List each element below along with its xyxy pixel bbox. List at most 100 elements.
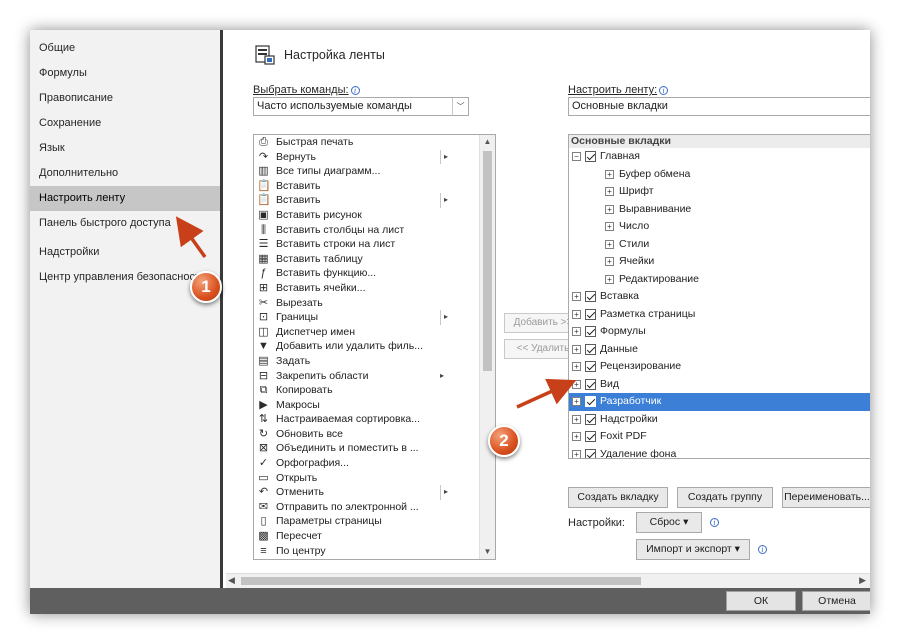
command-item[interactable]: ƒ Вставить функцию... xyxy=(254,266,495,281)
tab-checkbox[interactable] xyxy=(585,326,596,337)
expand-icon[interactable]: + xyxy=(572,397,581,406)
command-item[interactable]: ▯ Параметры страницы xyxy=(254,514,495,529)
expand-icon[interactable]: + xyxy=(572,344,581,354)
command-item[interactable]: ▶ Макросы xyxy=(254,398,495,413)
expand-icon[interactable]: + xyxy=(605,257,614,266)
tree-item[interactable]: + Данные xyxy=(569,341,870,359)
command-item[interactable]: ◫ Диспетчер имен xyxy=(254,325,495,340)
new-group-button[interactable]: Создать группу xyxy=(677,487,773,508)
command-item[interactable]: ↷ Вернуть ▸ xyxy=(254,149,495,165)
command-item[interactable]: ≡ По центру xyxy=(254,544,495,559)
command-item[interactable]: ▥ Все типы диаграмм... xyxy=(254,164,495,179)
expand-icon[interactable]: + xyxy=(572,379,581,389)
tab-checkbox[interactable] xyxy=(585,291,596,302)
command-item[interactable]: ▩ Пересчет xyxy=(254,529,495,544)
command-item[interactable]: ▼ Добавить или удалить филь... xyxy=(254,339,495,354)
customize-ribbon-select[interactable]: Основные вкладки xyxy=(568,97,870,116)
tree-item[interactable]: + Разработчик xyxy=(569,393,870,411)
tree-item[interactable]: + Foxit PDF xyxy=(569,428,870,446)
command-item[interactable]: 📋 Вставить ▸ xyxy=(254,193,495,208)
import-export-button[interactable]: Импорт и экспорт ▾ xyxy=(636,539,750,560)
scroll-left-icon[interactable]: ◀ xyxy=(228,575,235,586)
scroll-up-icon[interactable]: ▲ xyxy=(480,135,495,149)
command-item[interactable]: ▦ Вставить таблицу xyxy=(254,252,495,267)
expand-icon[interactable]: + xyxy=(605,204,614,214)
reset-button[interactable]: Сброс ▾ xyxy=(636,512,702,533)
expand-icon[interactable]: + xyxy=(605,222,614,231)
nav-item[interactable]: Общие xyxy=(30,36,220,61)
expand-icon[interactable]: + xyxy=(572,309,581,319)
tree-item[interactable]: + Надстройки xyxy=(569,411,870,429)
command-item[interactable]: ☰ Вставить строки на лист xyxy=(254,237,495,252)
tree-item[interactable]: + Формулы xyxy=(569,323,870,341)
tab-checkbox[interactable] xyxy=(585,396,596,407)
tree-item[interactable]: + Вид xyxy=(569,376,870,394)
scrollbar-thumb[interactable] xyxy=(241,577,641,585)
expand-icon[interactable]: + xyxy=(572,449,581,458)
tree-item[interactable]: + Ячейки xyxy=(569,253,870,271)
command-item[interactable]: ✓ Орфография... xyxy=(254,456,495,471)
commands-list[interactable]: ⎙ Быстрая печать ↷ Вернуть ▸ ▥ Все типы диагра… xyxy=(253,134,496,560)
tab-checkbox[interactable] xyxy=(585,343,596,355)
choose-commands-select[interactable]: Часто используемые команды ﹀ xyxy=(253,97,469,116)
tree-item[interactable]: + Удаление фона xyxy=(569,446,870,458)
tree-item[interactable]: + Шрифт xyxy=(569,183,870,201)
scroll-right-icon[interactable]: ▶ xyxy=(859,575,866,586)
command-item[interactable]: ↻ Обновить все xyxy=(254,427,495,442)
tree-item[interactable]: − Главная xyxy=(569,148,870,166)
collapse-icon[interactable]: − xyxy=(572,152,581,161)
tab-checkbox[interactable] xyxy=(585,378,596,390)
chevron-down-icon[interactable]: ﹀ xyxy=(452,98,468,115)
panel-horizontal-scrollbar[interactable]: ◀ ▶ xyxy=(226,573,870,588)
nav-item[interactable]: Надстройки xyxy=(30,240,220,265)
tab-checkbox[interactable] xyxy=(585,361,596,372)
command-item[interactable]: ⊟ Закрепить области ▸ xyxy=(254,369,495,384)
expand-icon[interactable]: + xyxy=(605,187,614,196)
expand-icon[interactable]: + xyxy=(605,274,614,284)
nav-item[interactable]: Панель быстрого доступа xyxy=(30,211,220,236)
expand-icon[interactable]: + xyxy=(572,432,581,441)
tree-item[interactable]: + Число xyxy=(569,218,870,236)
cancel-button[interactable]: Отмена xyxy=(802,591,870,611)
command-item[interactable]: ▭ Открыть xyxy=(254,471,495,486)
tree-item[interactable]: + Редактирование xyxy=(569,271,870,289)
expand-icon[interactable]: + xyxy=(605,239,614,249)
nav-item[interactable]: Формулы xyxy=(30,61,220,86)
tree-item[interactable]: + Стили xyxy=(569,236,870,254)
command-item[interactable]: ▣ Вставить рисунок xyxy=(254,208,495,223)
nav-item[interactable]: Сохранение xyxy=(30,111,220,136)
scroll-down-icon[interactable]: ▼ xyxy=(480,545,495,559)
tab-checkbox[interactable] xyxy=(585,308,596,320)
nav-item[interactable]: Настроить ленту xyxy=(30,186,220,211)
tab-checkbox[interactable] xyxy=(585,431,596,442)
nav-item[interactable]: Дополнительно xyxy=(30,161,220,186)
command-item[interactable]: ↶ Отменить ▸ xyxy=(254,485,495,500)
expand-icon[interactable]: + xyxy=(572,292,581,301)
tree-item[interactable]: + Рецензирование xyxy=(569,358,870,376)
command-item[interactable]: ⇅ Настраиваемая сортировка... xyxy=(254,412,495,427)
new-tab-button[interactable]: Создать вкладку xyxy=(568,487,668,508)
command-item[interactable]: ⊡ Границы ▸ xyxy=(254,310,495,325)
command-item[interactable]: ✉ Отправить по электронной ... xyxy=(254,500,495,515)
ribbon-tabs-tree[interactable]: Основные вкладки − Главная + Буфер обмена + Ш… xyxy=(568,134,870,459)
command-item[interactable]: ⫼ Вставить столбцы на лист xyxy=(254,223,495,238)
tree-item[interactable]: + Выравнивание xyxy=(569,201,870,219)
rename-button[interactable]: Переименовать... xyxy=(782,487,870,508)
scrollbar-thumb[interactable] xyxy=(483,151,492,371)
expand-icon[interactable]: + xyxy=(572,414,581,424)
ok-button[interactable]: ОК xyxy=(726,591,796,611)
tree-item[interactable]: + Вставка xyxy=(569,288,870,306)
command-item[interactable]: ▤ Задать xyxy=(254,354,495,369)
tab-checkbox[interactable] xyxy=(585,448,596,458)
tree-item[interactable]: + Буфер обмена xyxy=(569,166,870,184)
nav-item[interactable]: Язык xyxy=(30,136,220,161)
tab-checkbox[interactable] xyxy=(585,151,596,162)
command-item[interactable]: ✂ Вырезать xyxy=(254,296,495,311)
expand-icon[interactable]: + xyxy=(605,169,614,179)
command-item[interactable]: ⧉ Копировать xyxy=(254,383,495,398)
tree-item[interactable]: + Разметка страницы xyxy=(569,306,870,324)
command-item[interactable]: ⊠ Объединить и поместить в ... xyxy=(254,441,495,456)
expand-icon[interactable]: + xyxy=(572,327,581,336)
nav-item[interactable]: Правописание xyxy=(30,86,220,111)
commands-scrollbar[interactable]: ▲ ▼ xyxy=(479,135,495,559)
